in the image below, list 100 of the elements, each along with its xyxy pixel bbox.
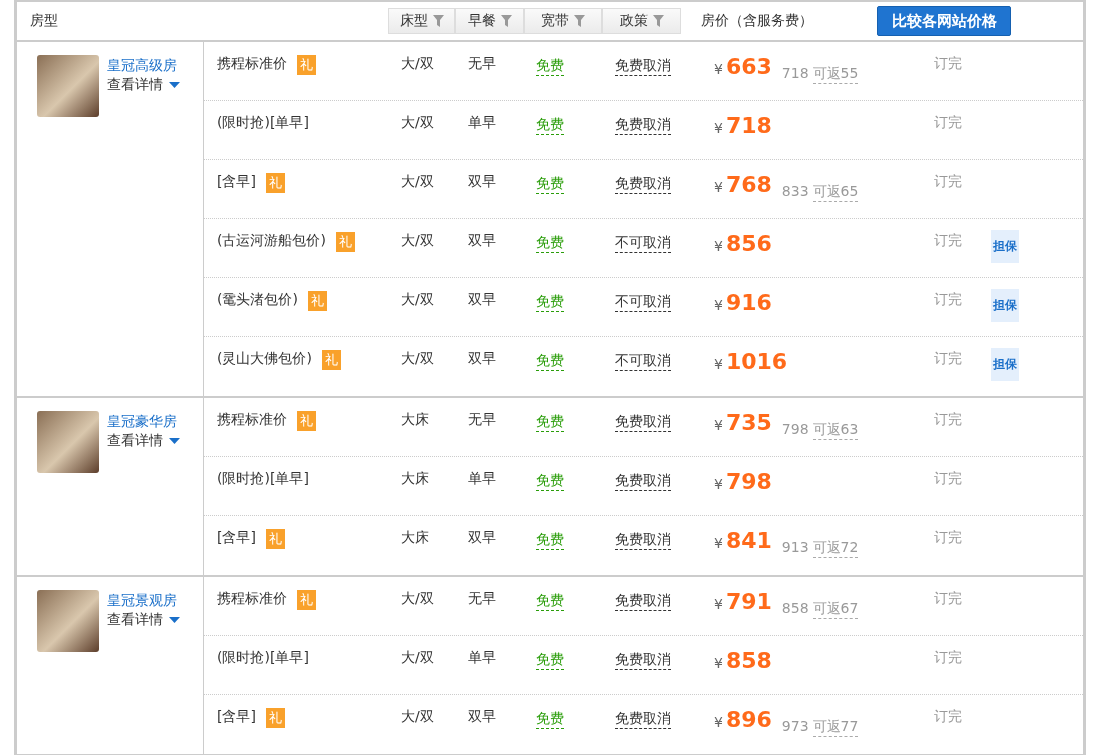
currency-symbol: ¥ — [714, 120, 723, 136]
sold-out-status: 订完 — [934, 232, 962, 250]
price: 858 — [725, 649, 772, 673]
bed-type: 大/双 — [401, 232, 434, 250]
rate-name: (限时抢)[单早] — [217, 470, 309, 488]
price: 896 — [725, 708, 772, 732]
cancel-policy: 免费取消 — [615, 114, 671, 135]
view-details-link[interactable]: 查看详情 — [107, 432, 180, 450]
cashback-link[interactable]: 可返65 — [812, 183, 859, 202]
rate-name: (鼋头渚包价) — [217, 291, 298, 309]
gift-badge: 礼 — [297, 590, 316, 610]
cancel-policy: 免费取消 — [615, 649, 671, 670]
sold-out-status: 订完 — [934, 350, 962, 368]
rate-name: [含早] — [217, 529, 256, 547]
currency-symbol: ¥ — [714, 297, 723, 313]
cashback-link[interactable]: 可返77 — [812, 718, 859, 737]
currency-symbol: ¥ — [714, 596, 723, 612]
room-photo-placeholder — [37, 590, 99, 652]
price: 663 — [725, 55, 772, 79]
sold-out-status: 订完 — [934, 55, 962, 73]
sold-out-status: 订完 — [934, 470, 962, 488]
room-photo-placeholder — [37, 411, 99, 473]
broadband: 免费 — [536, 411, 564, 432]
breakfast: 单早 — [468, 649, 496, 667]
broadband: 免费 — [536, 470, 564, 491]
rate-name: (限时抢)[单早] — [217, 114, 309, 132]
breakfast: 双早 — [468, 232, 496, 250]
column-header: 房型 — [29, 12, 59, 30]
cancel-policy: 免费取消 — [615, 470, 671, 491]
room-name-link[interactable]: 皇冠高级房 — [107, 57, 180, 75]
price: 768 — [725, 173, 772, 197]
bed-type: 大床 — [401, 411, 429, 429]
bed-type: 大/双 — [401, 590, 434, 608]
filter-button[interactable]: 政策 — [602, 8, 681, 34]
currency-symbol: ¥ — [714, 61, 723, 77]
guarantee-badge: 担保 — [991, 289, 1019, 322]
filter-button[interactable]: 宽带 — [524, 8, 602, 34]
sold-out-status: 订完 — [934, 708, 962, 726]
bed-type: 大/双 — [401, 291, 434, 309]
cashback-link[interactable]: 可返72 — [812, 539, 859, 558]
guarantee-badge: 担保 — [991, 230, 1019, 263]
bed-type: 大/双 — [401, 173, 434, 191]
bed-type: 大/双 — [401, 55, 434, 73]
broadband: 免费 — [536, 590, 564, 611]
cashback-link[interactable]: 可返55 — [812, 65, 859, 84]
price: 791 — [725, 590, 772, 614]
view-details-link[interactable]: 查看详情 — [107, 611, 180, 629]
sold-out-status: 订完 — [934, 590, 962, 608]
rate-name: 携程标准价 — [217, 590, 287, 608]
bed-type: 大/双 — [401, 649, 434, 667]
filter-button[interactable]: 床型 — [388, 8, 455, 34]
gift-badge: 礼 — [265, 529, 285, 549]
broadband: 免费 — [536, 232, 564, 253]
filter-icon — [652, 15, 664, 27]
sold-out-status: 订完 — [934, 529, 962, 547]
bed-type: 大/双 — [401, 114, 434, 132]
sold-out-status: 订完 — [934, 649, 962, 667]
gift-badge: 礼 — [265, 708, 285, 728]
price: 1016 — [725, 350, 788, 374]
breakfast: 双早 — [468, 173, 496, 191]
cashback-link[interactable]: 可返67 — [812, 600, 859, 619]
compare-prices-button[interactable]: 比较各网站价格 — [877, 6, 1011, 36]
room-photo-placeholder — [37, 55, 99, 117]
rate-name: 携程标准价 — [217, 55, 287, 73]
breakfast: 双早 — [468, 291, 496, 309]
caret-icon — [169, 82, 180, 88]
gift-badge: 礼 — [297, 55, 316, 75]
room-name-link[interactable]: 皇冠豪华房 — [107, 413, 180, 431]
price: 856 — [725, 232, 772, 256]
gift-badge: 礼 — [307, 291, 327, 311]
broadband: 免费 — [536, 350, 564, 371]
bed-type: 大/双 — [401, 708, 434, 726]
guarantee-badge: 担保 — [991, 348, 1019, 381]
rate-name: (古运河游船包价) — [217, 232, 326, 250]
sold-out-status: 订完 — [934, 173, 962, 191]
rate-name: 携程标准价 — [217, 411, 287, 429]
room-name-link[interactable]: 皇冠景观房 — [107, 592, 180, 610]
currency-symbol: ¥ — [714, 476, 723, 492]
breakfast: 双早 — [468, 708, 496, 726]
breakfast: 无早 — [468, 55, 496, 73]
cancel-policy: 不可取消 — [615, 350, 671, 371]
original-price: 858 — [781, 600, 809, 616]
cancel-policy: 免费取消 — [615, 708, 671, 729]
broadband: 免费 — [536, 529, 564, 550]
cashback-link[interactable]: 可返63 — [812, 421, 859, 440]
broadband: 免费 — [536, 55, 564, 76]
breakfast: 双早 — [468, 350, 496, 368]
broadband: 免费 — [536, 708, 564, 729]
currency-symbol: ¥ — [714, 179, 723, 195]
cancel-policy: 免费取消 — [615, 529, 671, 550]
cancel-policy: 免费取消 — [615, 173, 671, 194]
breakfast: 无早 — [468, 411, 496, 429]
view-details-link[interactable]: 查看详情 — [107, 76, 180, 94]
original-price: 833 — [781, 183, 809, 199]
filter-icon — [432, 15, 444, 27]
rate-name: (灵山大佛包价) — [217, 350, 312, 368]
filter-button[interactable]: 早餐 — [455, 8, 524, 34]
currency-symbol: ¥ — [714, 356, 723, 372]
currency-symbol: ¥ — [714, 417, 723, 433]
gift-badge: 礼 — [297, 411, 316, 431]
